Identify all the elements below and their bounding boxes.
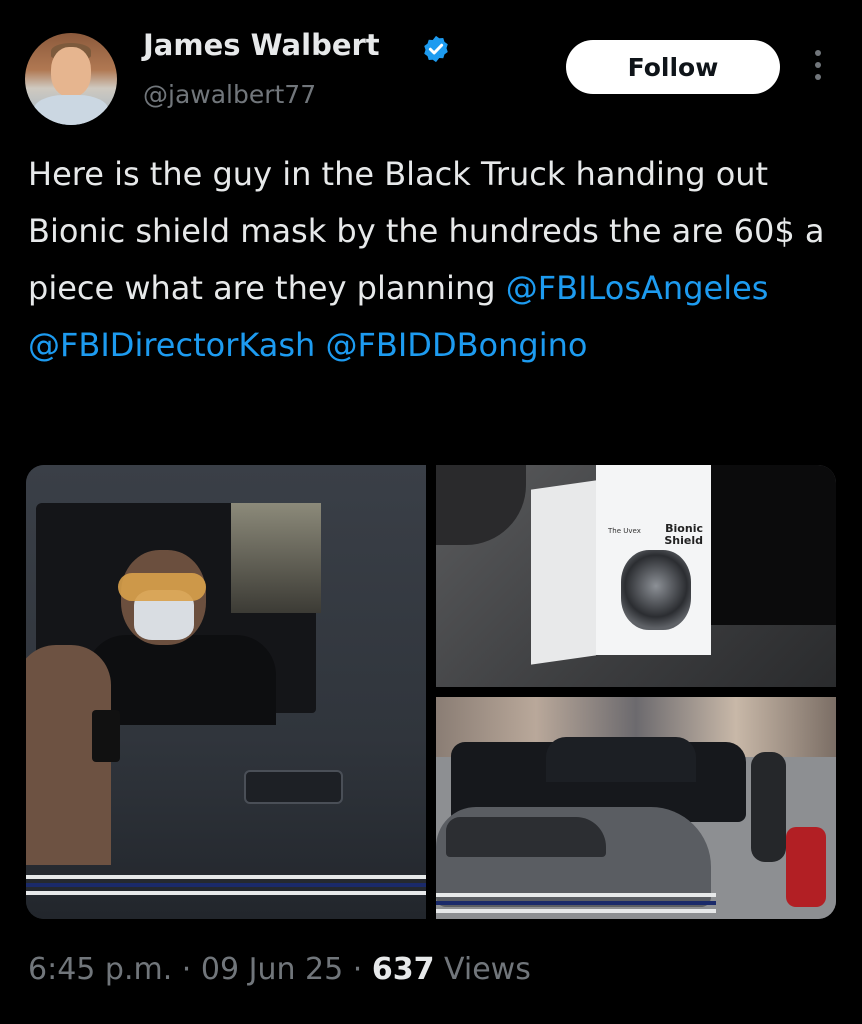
- views-label: Views: [444, 952, 531, 987]
- avatar-shirt: [33, 95, 109, 125]
- mention-fbiddbongino[interactable]: @FBIDDBongino: [326, 326, 588, 364]
- mention-fbilosangeles[interactable]: @FBILosAngeles: [506, 269, 769, 307]
- photo-street-crowd[interactable]: [436, 697, 836, 919]
- media-grid: The Uvex Bionic Shield: [26, 465, 836, 919]
- author-name[interactable]: James Walbert: [143, 28, 380, 62]
- tweet-text: Here is the guy in the Black Truck handi…: [28, 146, 828, 374]
- tweet-date[interactable]: 09 Jun 25: [201, 952, 343, 987]
- follow-button[interactable]: Follow: [566, 40, 780, 94]
- box-side: [531, 480, 596, 665]
- box-brand: The Uvex: [608, 527, 641, 535]
- verified-badge-icon: [424, 35, 448, 63]
- tweet-time[interactable]: 6:45 p.m.: [28, 952, 172, 987]
- legs: [711, 465, 836, 625]
- avatar-face: [51, 47, 91, 97]
- tweet-meta: 6:45 p.m. · 09 Jun 25 · 637 Views: [28, 952, 531, 987]
- box-label: Bionic Shield: [664, 522, 703, 547]
- photo-truck-driver[interactable]: [26, 465, 426, 919]
- author-handle[interactable]: @jawalbert77: [143, 80, 316, 109]
- photo-mask-box[interactable]: The Uvex Bionic Shield: [436, 465, 836, 687]
- views-count: 637: [371, 952, 435, 987]
- mask-image: [621, 550, 691, 630]
- more-vertical-icon[interactable]: [808, 50, 828, 86]
- goggles: [118, 573, 206, 601]
- phone: [92, 710, 120, 762]
- mention-fbidirectorkash[interactable]: @FBIDirectorKash: [28, 326, 315, 364]
- avatar[interactable]: [25, 33, 117, 125]
- door-handle: [244, 770, 343, 804]
